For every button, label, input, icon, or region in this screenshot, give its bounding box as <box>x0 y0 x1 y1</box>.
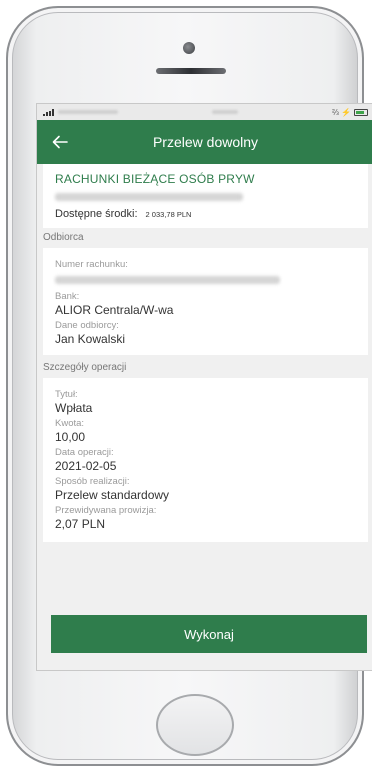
operation-details-card: Tytuł: Wpłata Kwota: 10,00 Data operacji… <box>43 378 368 542</box>
page-title: Przelew dowolny <box>152 134 259 150</box>
account-number-label: Numer rachunku: <box>55 259 128 270</box>
phone-frame: ⅔ ⚡ Przelew dowolny RACHUNKI BIEŻĄCE OSÓ… <box>6 6 372 766</box>
account-card[interactable]: RACHUNKI BIEŻĄCE OSÓB PRYW Dostępne środ… <box>43 164 368 228</box>
recipient-data-label: Dane odbiorcy: <box>55 320 119 331</box>
execution-method-label: Sposób realizacji: <box>55 476 130 487</box>
recipient-data-value: Jan Kowalski <box>55 332 126 346</box>
bank-value: ALIOR Centrala/W-wa <box>55 303 174 317</box>
home-button[interactable] <box>156 694 234 756</box>
arrow-left-icon[interactable] <box>51 133 69 151</box>
available-funds-value: 2 033,78 PLN <box>145 210 192 219</box>
recipient-card: Numer rachunku: Bank: ALIOR Centrala/W-w… <box>43 248 368 355</box>
estimated-fee-label: Przewidywana prowizja: <box>55 505 157 516</box>
execute-button[interactable]: Wykonaj <box>51 615 367 653</box>
app-bar: Przelew dowolny <box>37 120 372 164</box>
account-name: RACHUNKI BIEŻĄCE OSÓB PRYW <box>55 172 255 186</box>
amount-value: 10,00 <box>55 430 86 444</box>
recipient-account-number-blurred <box>55 276 280 284</box>
operation-section-header: Szczegóły operacji <box>43 362 127 373</box>
available-funds-label: Dostępne środki: <box>55 208 138 220</box>
clock-blurred <box>212 110 239 114</box>
battery-text: ⅔ ⚡ <box>332 107 351 117</box>
title-value: Wpłata <box>55 401 93 415</box>
signal-icon <box>43 108 54 116</box>
account-number-blurred <box>55 193 243 201</box>
title-label: Tytuł: <box>55 389 78 400</box>
front-camera <box>183 42 195 54</box>
operation-date-value: 2021-02-05 <box>55 459 117 473</box>
execution-method-value: Przelew standardowy <box>55 488 170 502</box>
estimated-fee-value: 2,07 PLN <box>55 517 106 531</box>
battery-icon <box>353 108 368 116</box>
phone-screen: ⅔ ⚡ Przelew dowolny RACHUNKI BIEŻĄCE OSÓ… <box>36 103 372 671</box>
bank-label: Bank: <box>55 291 80 302</box>
amount-label: Kwota: <box>55 418 85 429</box>
status-bar: ⅔ ⚡ <box>37 104 372 120</box>
operation-date-label: Data operacji: <box>55 447 114 458</box>
recipient-section-header: Odbiorca <box>43 232 84 243</box>
earpiece-speaker <box>156 68 226 74</box>
carrier-blurred <box>58 110 118 114</box>
